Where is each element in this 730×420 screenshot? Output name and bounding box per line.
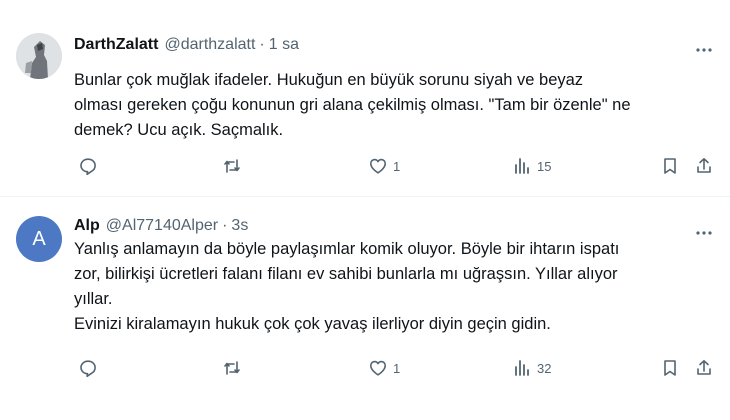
separator-dot: · bbox=[259, 36, 265, 53]
bookmark-button[interactable] bbox=[660, 156, 680, 176]
like-icon bbox=[370, 360, 386, 376]
avatar-image bbox=[16, 33, 62, 79]
more-icon[interactable] bbox=[694, 40, 714, 60]
share-icon bbox=[697, 158, 711, 173]
post-header: DarthZalatt @darthzalatt · 1 sa bbox=[74, 36, 299, 54]
views-count: 15 bbox=[537, 158, 552, 174]
action-bar: 1 15 bbox=[74, 156, 714, 180]
post-text: Bunlar çok muğlak ifadeler. Hukuğun en b… bbox=[74, 71, 631, 139]
reply-icon bbox=[80, 360, 96, 378]
like-icon bbox=[370, 158, 386, 174]
views-button[interactable]: 32 bbox=[512, 358, 551, 378]
post-time[interactable]: 1 sa bbox=[269, 36, 299, 54]
post-text: Yanlış anlamayın da böyle paylaşımlar ko… bbox=[74, 240, 620, 333]
reply-button[interactable] bbox=[78, 156, 103, 176]
avatar[interactable] bbox=[16, 33, 62, 79]
avatar[interactable]: A bbox=[16, 216, 62, 262]
reply-icon bbox=[80, 158, 96, 176]
author-handle[interactable]: @darthzalatt bbox=[164, 36, 255, 54]
like-button[interactable]: 1 bbox=[368, 358, 400, 378]
share-icon bbox=[697, 360, 711, 375]
repost-icon bbox=[224, 159, 240, 173]
post-header: Alp @Al77140Alper · 3s bbox=[74, 217, 248, 235]
share-button[interactable] bbox=[694, 358, 714, 378]
author-name[interactable]: Alp bbox=[74, 217, 100, 235]
post-time[interactable]: 3s bbox=[231, 217, 248, 235]
views-icon bbox=[515, 360, 529, 376]
like-count: 1 bbox=[393, 360, 401, 376]
separator-dot: · bbox=[222, 217, 228, 234]
repost-button[interactable] bbox=[222, 358, 247, 378]
bookmark-button[interactable] bbox=[660, 358, 680, 378]
views-count: 32 bbox=[537, 360, 552, 376]
post[interactable]: A Alp @Al77140Alper · 3s Yanlış anlamayı… bbox=[0, 197, 730, 420]
author-name[interactable]: DarthZalatt bbox=[74, 36, 158, 54]
repost-button[interactable] bbox=[222, 156, 247, 176]
views-button[interactable]: 15 bbox=[512, 156, 551, 176]
like-button[interactable]: 1 bbox=[368, 156, 400, 176]
action-bar: 1 32 bbox=[74, 358, 714, 382]
bookmark-icon bbox=[664, 158, 676, 174]
share-button[interactable] bbox=[694, 156, 714, 176]
like-count: 1 bbox=[393, 158, 401, 174]
views-icon bbox=[515, 158, 529, 174]
post[interactable]: DarthZalatt @darthzalatt · 1 sa Bunlar ç… bbox=[0, 0, 730, 197]
repost-icon bbox=[224, 361, 240, 375]
reply-button[interactable] bbox=[78, 358, 103, 378]
author-handle[interactable]: @Al77140Alper bbox=[106, 217, 218, 235]
bookmark-icon bbox=[664, 360, 676, 376]
